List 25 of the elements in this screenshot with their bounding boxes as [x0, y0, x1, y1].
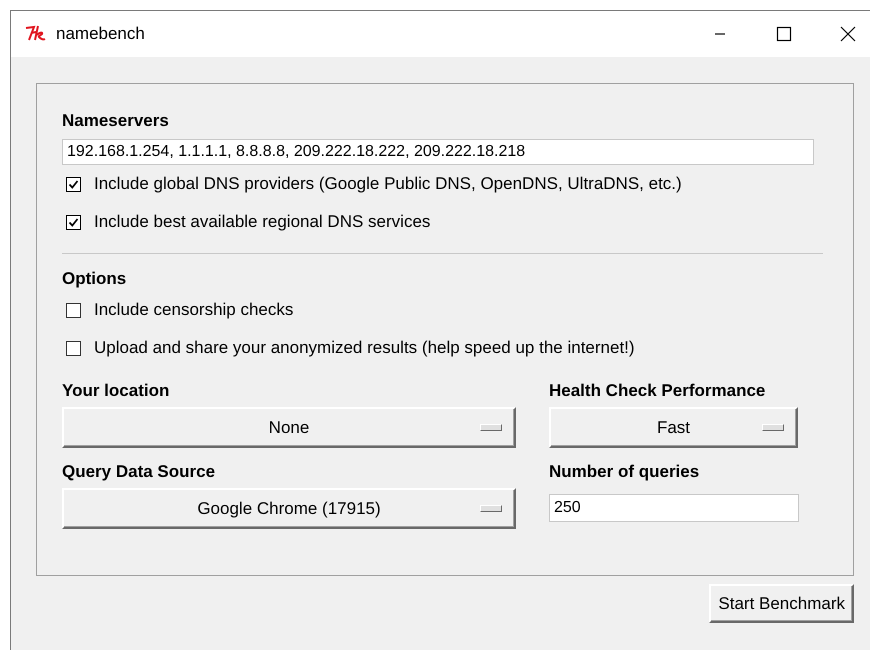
section-label: Options	[62, 268, 128, 290]
indicator-icon	[762, 424, 784, 431]
section-label: Nameservers	[62, 110, 170, 132]
nameservers-field[interactable]: 192.168.1.254, 1.1.1.1, 8.8.8.8, 209.222.18.222, 209.222.18.218	[62, 139, 814, 165]
field-label: Number of queries	[549, 461, 700, 483]
checkbox-label: Include global DNS providers (Google Public DNS, OpenDNS, UltraDNS, etc.)	[94, 174, 682, 194]
start-benchmark-button[interactable]: Start Benchmark	[709, 584, 854, 623]
field-label: Health Check Performance	[549, 380, 766, 402]
dropdown-button[interactable]: None	[62, 407, 516, 448]
app-icon	[25, 25, 47, 43]
queries-field[interactable]: 250	[549, 494, 799, 522]
checkbox-label: Include censorship checks	[94, 300, 294, 320]
dropdown-button[interactable]: Google Chrome (17915)	[62, 488, 516, 529]
dropdown-button[interactable]: Fast	[549, 407, 798, 448]
field-label: Query Data Source	[62, 461, 216, 483]
indicator-icon	[480, 424, 502, 431]
checkbox[interactable]	[66, 214, 81, 230]
checkbox[interactable]	[66, 340, 81, 356]
checkbox[interactable]	[66, 176, 81, 192]
window-title: namebench	[56, 24, 145, 44]
checkbox-label: Include best available regional DNS services	[94, 212, 430, 232]
checkbox-label: Upload and share your anonymized results (help speed up the internet!)	[94, 338, 635, 358]
checkbox[interactable]	[66, 302, 81, 318]
indicator-icon	[480, 505, 502, 512]
field-label: Your location	[62, 380, 170, 402]
